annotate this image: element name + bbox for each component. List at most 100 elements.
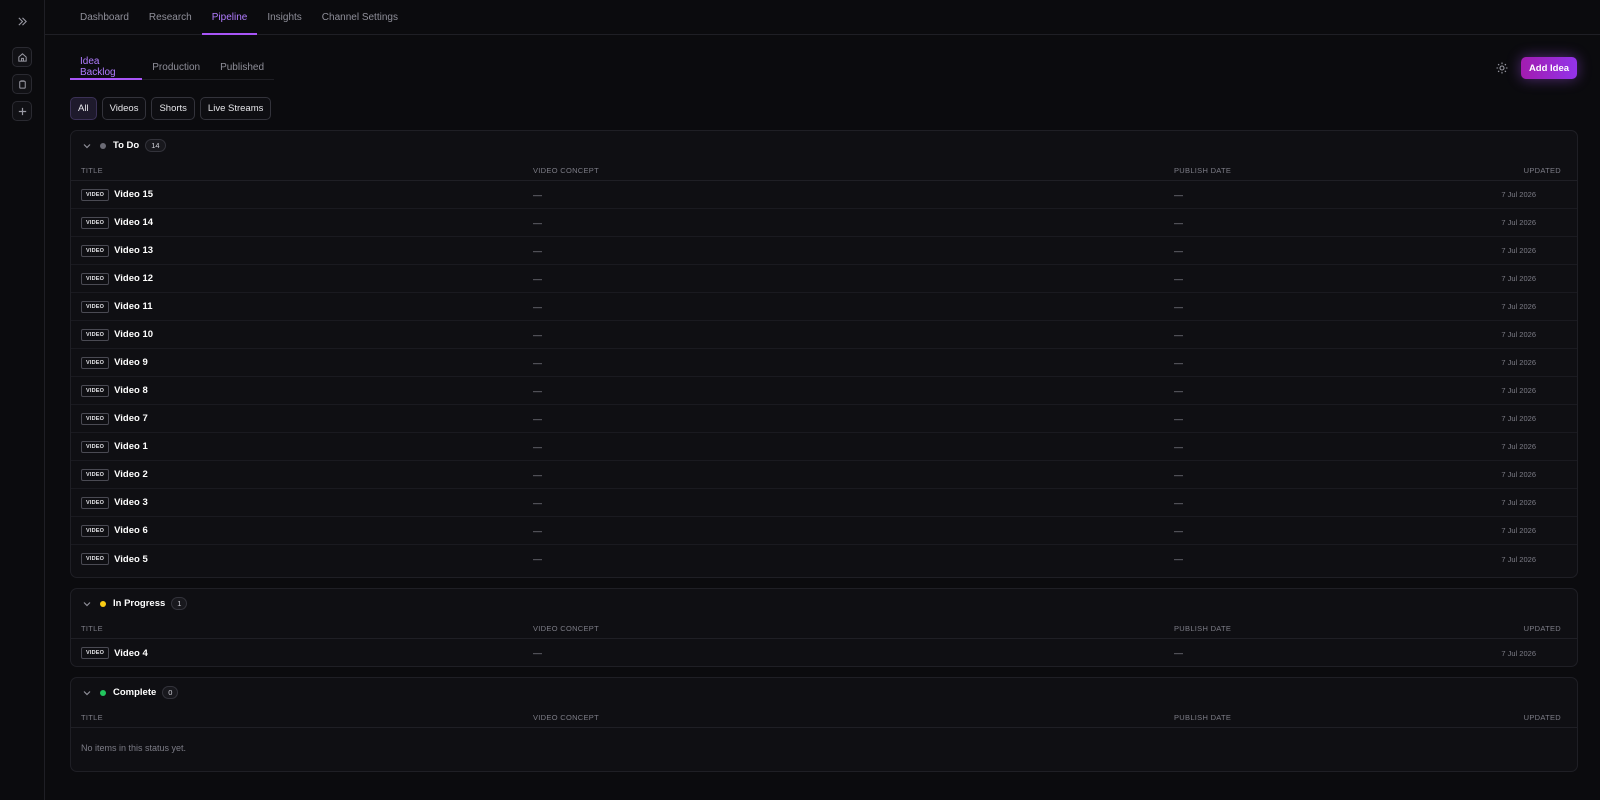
- row-title-cell: VIDEO Video 6: [81, 524, 148, 537]
- col-updated: UPDATED: [1523, 165, 1561, 175]
- table-row[interactable]: VIDEO Video 6 — — 7 Jul 2026: [71, 517, 1577, 545]
- table-row[interactable]: VIDEO Video 2 — — 7 Jul 2026: [71, 461, 1577, 489]
- home-icon[interactable]: [12, 47, 32, 67]
- section-title: To Do: [113, 140, 140, 151]
- col-title: TITLE: [81, 712, 103, 722]
- chevron-down-icon[interactable]: [82, 599, 92, 609]
- type-badge: VIDEO: [81, 216, 110, 229]
- subtab-production[interactable]: Production: [142, 55, 210, 79]
- col-publish-date: PUBLISH DATE: [1174, 165, 1232, 175]
- table-row[interactable]: VIDEO Video 12 — — 7 Jul 2026: [71, 265, 1577, 293]
- row-video-concept: —: [533, 497, 542, 508]
- row-title: Video 11: [114, 301, 153, 312]
- col-video-concept: VIDEO CONCEPT: [533, 165, 599, 175]
- row-updated: 7 Jul 2026: [1501, 190, 1536, 199]
- chevron-down-icon[interactable]: [82, 688, 92, 698]
- table-row[interactable]: VIDEO Video 11 — — 7 Jul 2026: [71, 293, 1577, 321]
- section-header[interactable]: In Progress 1: [71, 589, 1577, 618]
- row-video-concept: —: [533, 469, 542, 480]
- row-video-concept: —: [533, 329, 542, 340]
- subtab-idea-backlog[interactable]: Idea Backlog: [70, 55, 143, 80]
- filter-shorts[interactable]: Shorts: [151, 97, 195, 120]
- row-publish-date: —: [1174, 189, 1183, 200]
- table-header: TITLE VIDEO CONCEPT PUBLISH DATE UPDATED: [71, 618, 1577, 639]
- row-title: Video 15: [114, 189, 154, 200]
- row-title-cell: VIDEO Video 5: [81, 553, 148, 565]
- gear-icon[interactable]: [1495, 61, 1509, 75]
- row-updated: 7 Jul 2026: [1501, 386, 1536, 395]
- row-publish-date: —: [1174, 217, 1183, 228]
- tab-channel-settings[interactable]: Channel Settings: [312, 0, 408, 34]
- row-title-cell: VIDEO Video 2: [81, 468, 148, 481]
- row-title-cell: VIDEO Video 14: [81, 216, 153, 229]
- expand-icon[interactable]: [12, 11, 32, 31]
- table-row[interactable]: VIDEO Video 15 — — 7 Jul 2026: [71, 181, 1577, 209]
- row-title: Video 9: [114, 357, 148, 368]
- section-in-progress: In Progress 1 TITLE VIDEO CONCEPT PUBLIS…: [70, 588, 1578, 667]
- row-publish-date: —: [1174, 648, 1183, 658]
- table-row[interactable]: VIDEO Video 1 — — 7 Jul 2026: [71, 433, 1577, 461]
- row-updated: 7 Jul 2026: [1501, 442, 1536, 451]
- filter-live-streams[interactable]: Live Streams: [199, 97, 272, 120]
- type-badge: VIDEO: [81, 272, 110, 285]
- filter-all[interactable]: All: [70, 97, 97, 120]
- table-row[interactable]: VIDEO Video 13 — — 7 Jul 2026: [71, 237, 1577, 265]
- count-badge: 14: [145, 139, 166, 152]
- row-title: Video 2: [114, 469, 148, 480]
- section-header[interactable]: To Do 14: [71, 131, 1577, 160]
- type-badge: VIDEO: [81, 384, 110, 397]
- row-title: Video 4: [114, 647, 148, 659]
- row-publish-date: —: [1174, 329, 1183, 340]
- type-badge: VIDEO: [81, 412, 110, 425]
- filter-videos[interactable]: Videos: [101, 97, 147, 120]
- table-header: TITLE VIDEO CONCEPT PUBLISH DATE UPDATED: [71, 707, 1577, 728]
- row-video-concept: —: [533, 413, 542, 424]
- table-row[interactable]: VIDEO Video 7 — — 7 Jul 2026: [71, 405, 1577, 433]
- section-complete: Complete 0 TITLE VIDEO CONCEPT PUBLISH D…: [70, 677, 1578, 772]
- chevron-down-icon[interactable]: [82, 141, 92, 151]
- row-publish-date: —: [1174, 273, 1183, 284]
- row-updated: 7 Jul 2026: [1501, 358, 1536, 367]
- status-dot: [100, 600, 106, 607]
- type-badge: VIDEO: [81, 496, 110, 509]
- status-dot: [100, 689, 106, 696]
- row-updated: 7 Jul 2026: [1501, 218, 1536, 227]
- table-row[interactable]: VIDEO Video 4 — — 7 Jul 2026: [71, 639, 1577, 666]
- table-row[interactable]: VIDEO Video 3 — — 7 Jul 2026: [71, 489, 1577, 517]
- row-updated: 7 Jul 2026: [1501, 470, 1536, 479]
- table-row[interactable]: VIDEO Video 8 — — 7 Jul 2026: [71, 377, 1577, 405]
- type-badge: VIDEO: [81, 244, 110, 257]
- subtab-published[interactable]: Published: [210, 55, 274, 79]
- row-title: Video 13: [114, 245, 154, 256]
- tab-pipeline[interactable]: Pipeline: [201, 0, 258, 35]
- plus-icon[interactable]: [12, 101, 32, 121]
- type-badge: VIDEO: [81, 356, 110, 369]
- row-updated: 7 Jul 2026: [1501, 274, 1536, 283]
- col-title: TITLE: [81, 623, 103, 633]
- table-row[interactable]: VIDEO Video 9 — — 7 Jul 2026: [71, 349, 1577, 377]
- clipboard-icon[interactable]: [12, 74, 32, 94]
- row-title: Video 5: [114, 553, 148, 565]
- type-badge: VIDEO: [81, 188, 110, 201]
- tab-dashboard[interactable]: Dashboard: [70, 0, 139, 34]
- row-publish-date: —: [1174, 245, 1183, 256]
- table-row[interactable]: VIDEO Video 14 — — 7 Jul 2026: [71, 209, 1577, 237]
- section-todo: To Do 14 TITLE VIDEO CONCEPT PUBLISH DAT…: [70, 130, 1578, 578]
- table-body: VIDEO Video 4 — — 7 Jul 2026: [71, 639, 1577, 666]
- tab-research[interactable]: Research: [139, 0, 202, 34]
- row-title-cell: VIDEO Video 13: [81, 244, 154, 257]
- add-idea-button[interactable]: Add Idea: [1521, 57, 1577, 79]
- count-badge: 1: [171, 597, 188, 610]
- row-title-cell: VIDEO Video 7: [81, 412, 148, 425]
- row-video-concept: —: [533, 441, 542, 452]
- section-header[interactable]: Complete 0: [71, 678, 1577, 707]
- row-publish-date: —: [1174, 497, 1183, 508]
- type-badge: VIDEO: [81, 328, 110, 341]
- tab-insights[interactable]: Insights: [257, 0, 311, 34]
- table-row[interactable]: VIDEO Video 5 — — 7 Jul 2026: [71, 545, 1577, 573]
- table-row[interactable]: VIDEO Video 10 — — 7 Jul 2026: [71, 321, 1577, 349]
- row-updated: 7 Jul 2026: [1501, 414, 1536, 423]
- row-title-cell: VIDEO Video 8: [81, 384, 148, 397]
- row-updated: 7 Jul 2026: [1501, 648, 1536, 658]
- row-title: Video 8: [114, 385, 148, 396]
